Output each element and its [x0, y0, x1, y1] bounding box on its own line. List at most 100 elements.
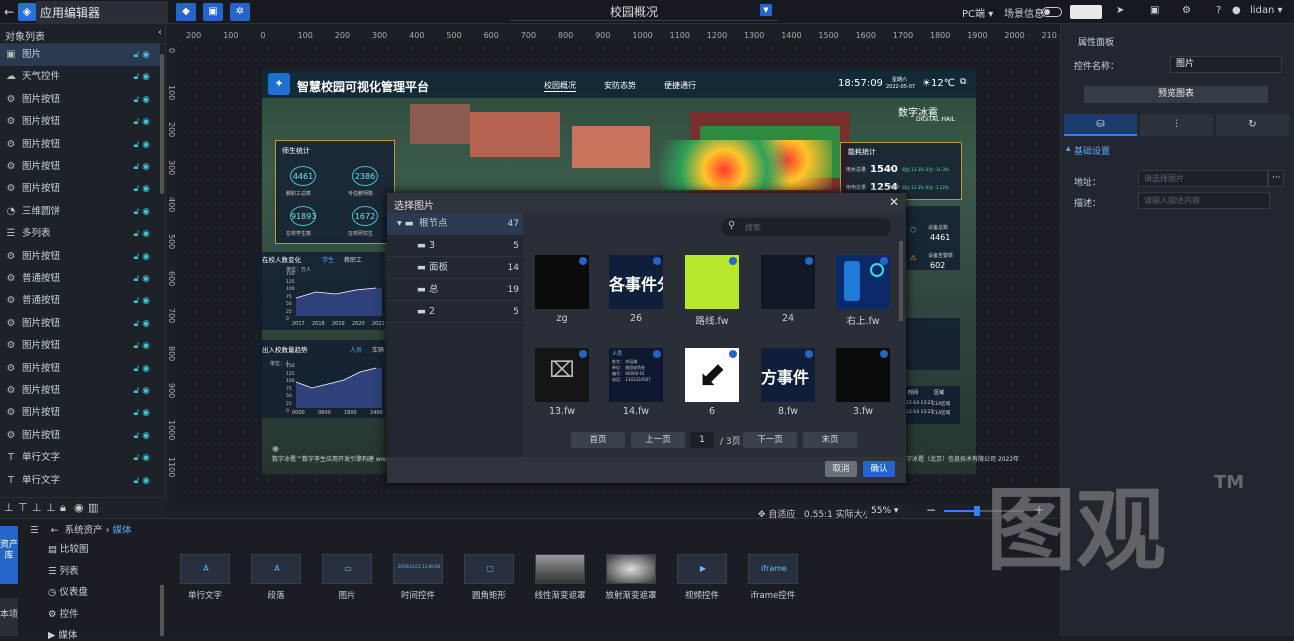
- layer-item[interactable]: ⚙ 图片按钮 🔓︎ ◉: [0, 335, 160, 357]
- menu-icon[interactable]: ☰: [30, 525, 39, 536]
- collapse-arrow-icon[interactable]: ▴: [1066, 144, 1071, 154]
- user-menu[interactable]: lidan ▾: [1250, 5, 1283, 16]
- lock-eye-icon[interactable]: 🔓︎ ◉: [133, 447, 150, 469]
- lock-eye-icon[interactable]: 🔓︎ ◉: [133, 268, 150, 290]
- image-thumbnail[interactable]: [836, 348, 890, 402]
- asset-component[interactable]: ▶: [677, 554, 727, 584]
- folder-tree-node[interactable]: ▬ 2 5: [387, 301, 523, 323]
- blank-button[interactable]: [1070, 5, 1102, 19]
- align-middle-icon[interactable]: ⊤: [18, 501, 28, 514]
- asset-category[interactable]: ◷ 仪表盘: [48, 584, 88, 598]
- lock-eye-icon[interactable]: 🔓︎ ◉: [133, 246, 150, 268]
- close-icon[interactable]: ✕: [889, 195, 899, 209]
- asset-component[interactable]: A: [251, 554, 301, 584]
- asset-library-tab[interactable]: 资产库: [0, 526, 18, 584]
- last-page-button[interactable]: 末页: [803, 432, 857, 448]
- asset-component[interactable]: A: [180, 554, 230, 584]
- dashboard-tab[interactable]: 安防态势: [604, 80, 636, 91]
- fullscreen-icon[interactable]: ⧉: [960, 77, 966, 87]
- asset-category[interactable]: ▶ 媒体: [48, 627, 77, 641]
- layer-item[interactable]: ⚙ 图片按钮 🔓︎ ◉: [0, 313, 160, 335]
- layer-item[interactable]: ⚙ 图片按钮 🔓︎ ◉: [0, 425, 160, 447]
- zoom-slider-handle[interactable]: [974, 506, 980, 516]
- dashboard-tab[interactable]: 校园概况: [544, 80, 576, 92]
- dashboard-tab[interactable]: 便捷通行: [664, 80, 696, 91]
- enrollment-tab[interactable]: 教职工: [344, 255, 362, 264]
- image-thumbnail[interactable]: 人员 姓名： 刘培雄 单位： 校园安防处 编号： A0000-01 电话： 134123…: [609, 348, 663, 402]
- asset-category[interactable]: ☰ 列表: [48, 563, 79, 577]
- image-thumbnail[interactable]: 方事件: [761, 348, 815, 402]
- folder-tree-node[interactable]: ▾ ▬ 根节点 47: [387, 213, 523, 235]
- image-thumbnail[interactable]: [685, 255, 739, 309]
- image-thumbnail[interactable]: ⬋: [685, 348, 739, 402]
- folder-tree-node[interactable]: ▬ 3 5: [387, 235, 523, 257]
- collapse-icon[interactable]: ‹: [158, 27, 162, 38]
- image-thumbnail[interactable]: [535, 255, 589, 309]
- device-select[interactable]: PC端 ▾: [962, 5, 993, 20]
- project-assets-tab[interactable]: 本项: [0, 598, 18, 636]
- gear-icon[interactable]: ⚙: [1182, 5, 1191, 16]
- lock-eye-icon[interactable]: 🔓︎ ◉: [133, 111, 150, 133]
- layer-item[interactable]: ⚙ 图片按钮 🔓︎ ◉: [0, 156, 160, 178]
- lock-eye-icon[interactable]: 🔓︎ ◉: [133, 89, 150, 111]
- zoom-select[interactable]: 55% ▾: [867, 504, 911, 518]
- lock-eye-icon[interactable]: 🔓︎ ◉: [133, 313, 150, 335]
- image-thumbnail[interactable]: 各事件分: [609, 255, 663, 309]
- layer-item[interactable]: ⚙ 图片按钮 🔓︎ ◉: [0, 246, 160, 268]
- lock-eye-icon[interactable]: 🔓︎ ◉: [133, 44, 150, 66]
- cancel-button[interactable]: 取消: [825, 461, 857, 477]
- lock-eye-icon[interactable]: 🔓︎ ◉: [133, 290, 150, 312]
- asset-category[interactable]: ⚙ 控件: [48, 606, 79, 620]
- layer-scrollbar[interactable]: [160, 54, 164, 194]
- flow-tab[interactable]: 车辆: [372, 345, 384, 354]
- layer-item[interactable]: ⚙ 普通按钮 🔓︎ ◉: [0, 290, 160, 312]
- flow-tab[interactable]: 人员: [350, 345, 362, 354]
- asset-component[interactable]: [535, 554, 585, 584]
- help-icon[interactable]: ?: [1216, 5, 1221, 16]
- layer-item[interactable]: ⚙ 普通按钮 🔓︎ ◉: [0, 268, 160, 290]
- tab-basic[interactable]: ⛁: [1064, 114, 1137, 136]
- align-left-icon[interactable]: ⊥: [46, 501, 56, 514]
- lock-eye-icon[interactable]: 🔓︎ ◉: [133, 425, 150, 447]
- layer-item[interactable]: T 单行文字 🔓︎ ◉: [0, 447, 160, 469]
- image-thumbnail[interactable]: ⌧: [535, 348, 589, 402]
- asset-component[interactable]: ▢: [464, 554, 514, 584]
- folder-tree-node[interactable]: ▬ 总 19: [387, 279, 523, 301]
- prev-page-button[interactable]: 上一页: [631, 432, 685, 448]
- lock-eye-icon[interactable]: 🔓︎ ◉: [133, 335, 150, 357]
- delete-icon[interactable]: ▥: [88, 501, 98, 514]
- layer-item[interactable]: ⚙ 图片按钮 🔓︎ ◉: [0, 134, 160, 156]
- asset-component[interactable]: 2019/12/12 12:00:00: [393, 554, 443, 584]
- lock-eye-icon[interactable]: 🔓︎ ◉: [133, 470, 150, 492]
- layer-item[interactable]: ☰ 多列表 🔓︎ ◉: [0, 223, 160, 245]
- lock-eye-icon[interactable]: 🔓︎ ◉: [133, 201, 150, 223]
- layer-item[interactable]: T 单行文字 🔓︎ ◉: [0, 470, 160, 492]
- asset-category[interactable]: ▤ 比较图: [48, 541, 89, 555]
- lock-icon[interactable]: 🔒︎: [60, 501, 66, 515]
- preview-icon[interactable]: ▣: [1150, 5, 1159, 16]
- layer-item[interactable]: ⚙ 图片按钮 🔓︎ ◉: [0, 178, 160, 200]
- layer-item[interactable]: ⚙ 图片按钮 🔓︎ ◉: [0, 111, 160, 133]
- lock-eye-icon[interactable]: 🔓︎ ◉: [133, 178, 150, 200]
- layer-item[interactable]: ☁ 天气控件 🔓︎ ◉: [0, 66, 160, 88]
- lock-eye-icon[interactable]: 🔓︎ ◉: [133, 66, 150, 88]
- layers-button[interactable]: ◆: [176, 3, 196, 21]
- image-thumbnail[interactable]: [761, 255, 815, 309]
- save-button[interactable]: ▣: [203, 3, 223, 21]
- page-number-input[interactable]: 1: [690, 432, 714, 448]
- preview-chart-button[interactable]: 预览图表: [1084, 86, 1268, 103]
- first-page-button[interactable]: 首页: [571, 432, 625, 448]
- back-icon[interactable]: ←: [51, 525, 59, 536]
- folder-tree-node[interactable]: ▬ 面板 14: [387, 257, 523, 279]
- image-search-input[interactable]: ⚲ 搜索: [721, 218, 891, 236]
- image-thumbnail[interactable]: [836, 255, 890, 309]
- image-grid-scrollbar[interactable]: [899, 241, 903, 321]
- layer-item[interactable]: ⚙ 图片按钮 🔓︎ ◉: [0, 358, 160, 380]
- tab-style[interactable]: ⫶: [1140, 114, 1213, 136]
- lock-eye-icon[interactable]: 🔓︎ ◉: [133, 358, 150, 380]
- lock-eye-icon[interactable]: 🔓︎ ◉: [133, 402, 150, 424]
- page-select[interactable]: 校园概况 ▼: [510, 1, 778, 21]
- asset-component[interactable]: ▭: [322, 554, 372, 584]
- align-top-icon[interactable]: ⊥: [4, 501, 14, 514]
- zoom-out-icon[interactable]: −: [926, 503, 936, 517]
